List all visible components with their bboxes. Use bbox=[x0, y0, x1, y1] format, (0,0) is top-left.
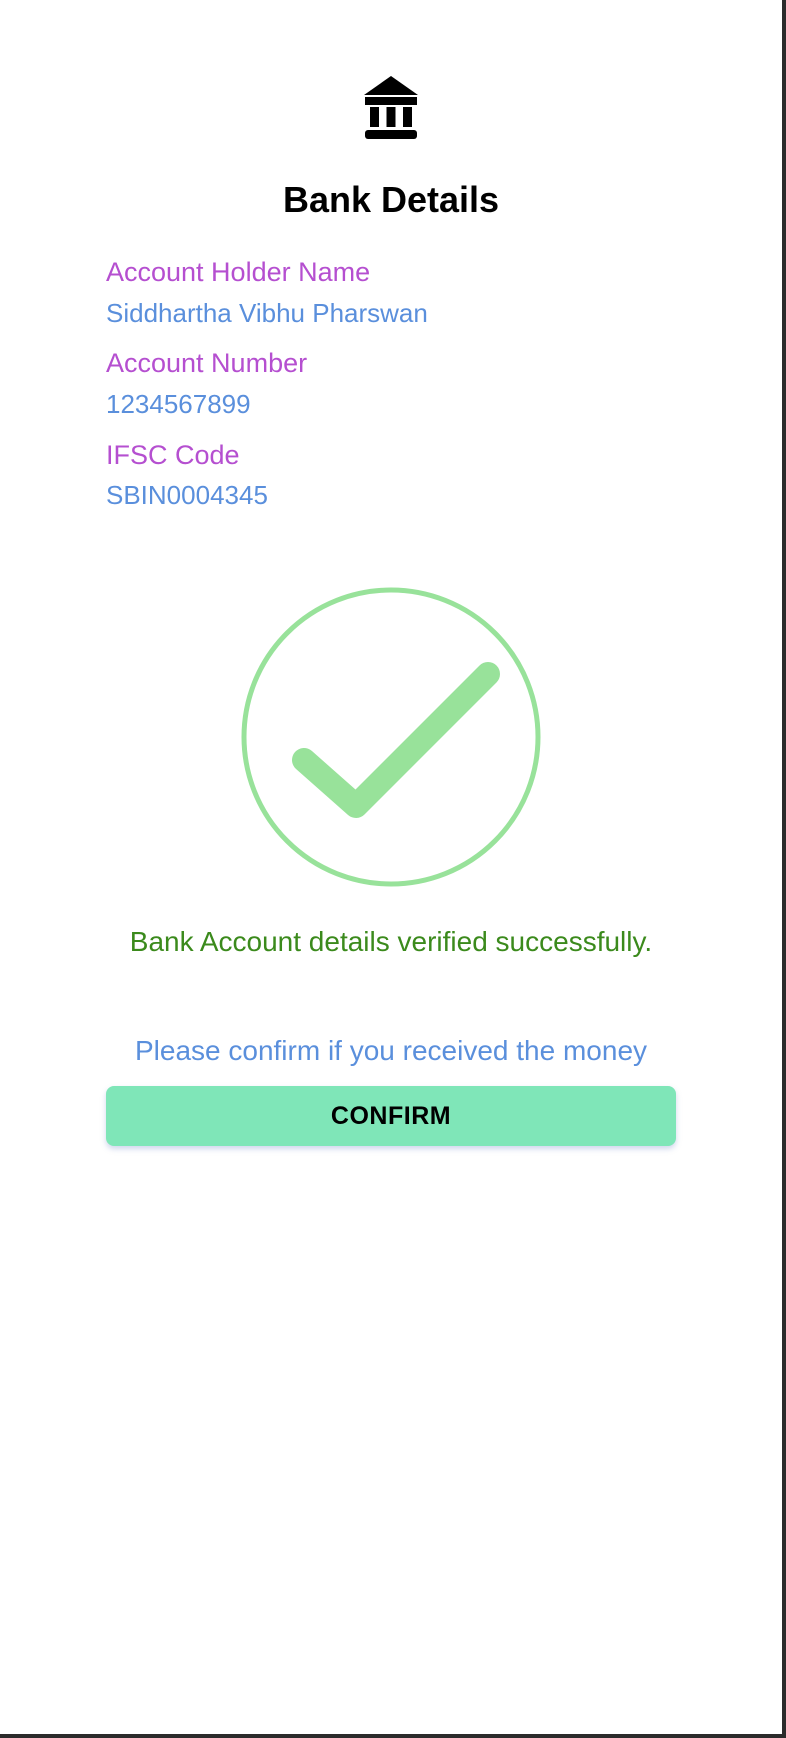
ifsc-code-label: IFSC Code bbox=[106, 440, 240, 470]
account-holder-name-value: Siddhartha Vibhu Pharswan bbox=[106, 298, 428, 328]
confirm-prompt: Please confirm if you received the money bbox=[134, 1035, 648, 1066]
account-number-value: 1234567899 bbox=[106, 389, 251, 419]
page-title: Bank Details bbox=[282, 179, 500, 220]
account-holder-name-label: Account Holder Name bbox=[106, 257, 371, 287]
check-circle-icon bbox=[241, 587, 541, 887]
verification-success-message: Bank Account details verified successful… bbox=[129, 926, 653, 957]
ifsc-code-value: SBIN0004345 bbox=[106, 480, 268, 510]
account-number-label: Account Number bbox=[106, 348, 308, 378]
bank-icon bbox=[364, 76, 418, 139]
confirm-button[interactable]: CONFIRM bbox=[106, 1086, 676, 1146]
screen: Bank Details Account Holder Name Siddhar… bbox=[0, 0, 782, 1734]
